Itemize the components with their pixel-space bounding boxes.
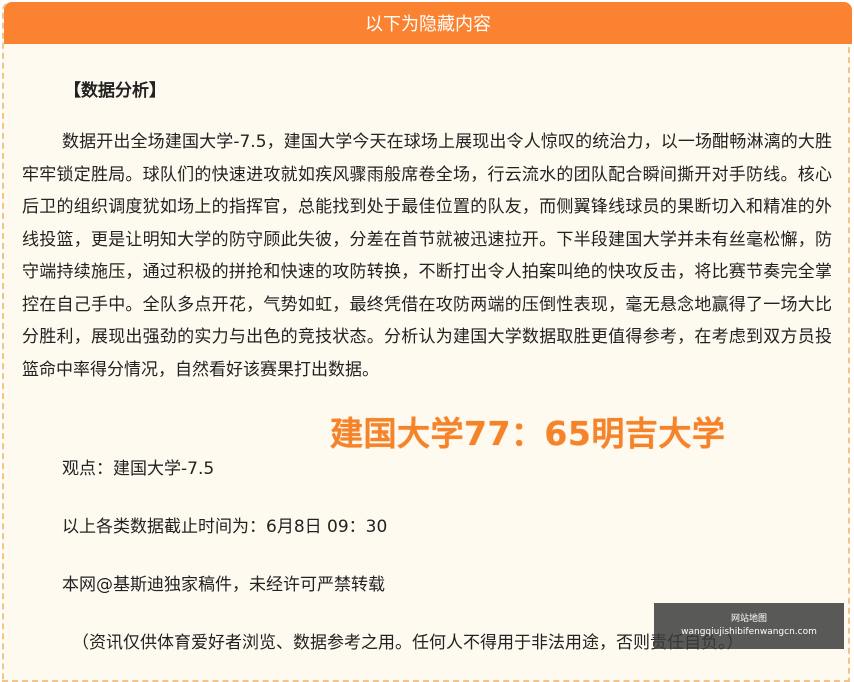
site-watermark[interactable]: 网站地图 wangqiujishibifenwangcn.com [654,603,844,649]
disclaimer-line: （资讯仅供体育爱好者浏览、数据参考之用。任何人不得用于非法用途，否则责任自负。） [72,633,744,653]
header-title: 以下为隐藏内容 [365,14,491,35]
section-title: 【数据分析】 [64,81,166,101]
watermark-line1: 网站地图 [730,614,767,624]
watermark-line2: wangqiujishibifenwangcn.com [681,627,817,637]
viewpoint-line: 观点：建国大学-7.5 [62,459,215,479]
cutoff-line: 以上各类数据截止时间为：6月8日 09：30 [62,517,388,537]
score-overlay: 建国大学77：65明吉大学 [330,414,726,453]
panel-header: 以下为隐藏内容 [4,2,852,44]
copyright-line: 本网@基斯迪独家稿件，未经许可严禁转载 [62,575,385,595]
hidden-content-panel: 以下为隐藏内容 【数据分析】 数据开出全场建国大学-7.5，建国大学今天在球场上… [2,2,852,682]
analysis-paragraph: 数据开出全场建国大学-7.5，建国大学今天在球场上展现出令人惊叹的统治力，以一场… [22,132,832,380]
